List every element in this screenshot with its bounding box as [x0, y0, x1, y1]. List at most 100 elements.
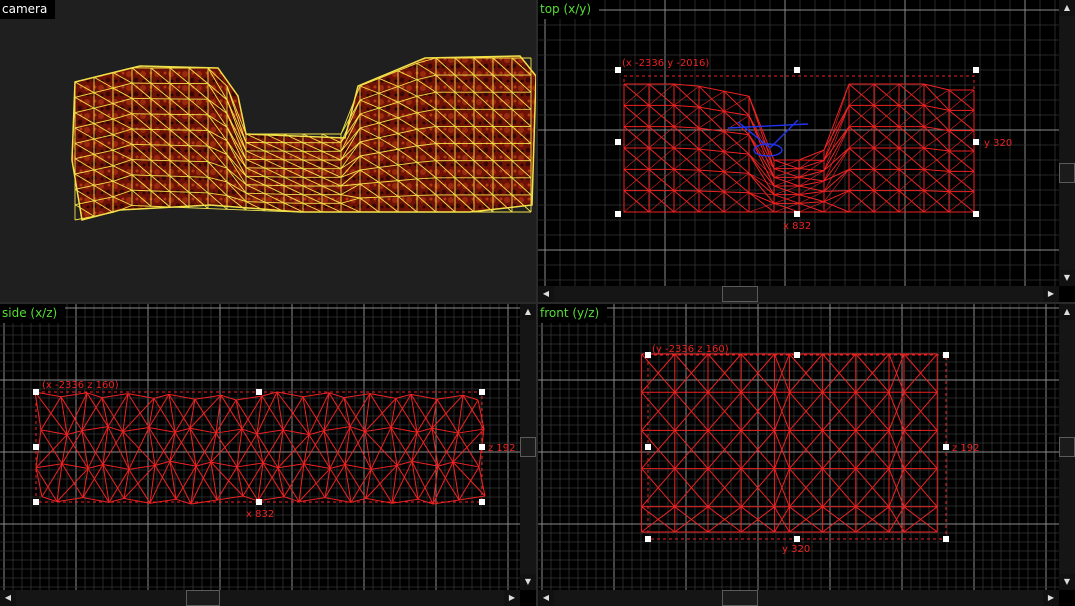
mesh-edge [257, 467, 279, 502]
mesh-edge [478, 466, 486, 497]
handle-square-icon[interactable] [943, 444, 949, 450]
scroll-up-arrow-icon[interactable]: ▲ [1059, 0, 1075, 16]
mesh-edge [457, 395, 464, 434]
top-view-canvas[interactable]: (x -2336 y -2016) y 320 x 832 [538, 0, 1075, 302]
scroll-right-arrow-icon[interactable]: ▶ [1043, 590, 1059, 606]
handle-square-icon[interactable] [33, 444, 39, 450]
mesh-edge [923, 147, 950, 152]
front-vertical-scroll-thumb[interactable] [1059, 437, 1075, 457]
handle-square-icon[interactable] [794, 67, 800, 73]
handle-square-icon[interactable] [256, 389, 262, 395]
top-vertical-scrollbar[interactable]: ▲ ▼ [1059, 0, 1075, 286]
handle-square-icon[interactable] [615, 139, 621, 145]
mesh-edge [56, 497, 84, 503]
scroll-left-arrow-icon[interactable]: ◀ [0, 590, 16, 606]
mesh-edge [128, 464, 156, 470]
handle-square-icon[interactable] [794, 536, 800, 542]
mesh-edge [798, 176, 825, 182]
scroll-down-arrow-icon[interactable]: ▼ [1059, 270, 1075, 286]
side-wireframe [34, 391, 486, 505]
handle-square-icon[interactable] [973, 139, 979, 145]
mesh-edge [262, 429, 284, 464]
mesh-edge [61, 463, 89, 470]
mesh-edge [798, 185, 825, 192]
side-vertical-scroll-thumb[interactable] [520, 437, 536, 457]
side-bottom-label: x 832 [246, 509, 274, 520]
handle-square-icon[interactable] [645, 536, 651, 542]
camera-mesh[interactable] [0, 0, 536, 302]
top-horizontal-scrollbar[interactable]: ◀ ▶ [538, 286, 1059, 302]
front-viewport-title: front (y/z) [538, 304, 608, 323]
mesh-edge [264, 184, 285, 187]
handle-square-icon[interactable] [794, 211, 800, 217]
mesh-edge [122, 393, 129, 432]
mesh-edge [723, 134, 750, 152]
scroll-down-arrow-icon[interactable]: ▼ [520, 574, 536, 590]
front-vertical-scrollbar[interactable]: ▲ ▼ [1059, 304, 1075, 590]
handle-square-icon[interactable] [256, 499, 262, 505]
handle-square-icon[interactable] [645, 444, 651, 450]
handle-square-icon[interactable] [479, 499, 485, 505]
mesh-edge [411, 460, 439, 467]
scroll-up-arrow-icon[interactable]: ▲ [1059, 304, 1075, 320]
top-horizontal-scroll-thumb[interactable] [722, 286, 758, 302]
mesh-edge [698, 131, 725, 150]
handle-square-icon[interactable] [33, 499, 39, 505]
side-vertical-scrollbar[interactable]: ▲ ▼ [520, 304, 536, 590]
camera-viewport[interactable]: camera [0, 0, 536, 302]
mesh-edge [101, 393, 129, 399]
front-horizontal-scrollbar[interactable]: ◀ ▶ [538, 590, 1059, 606]
mesh-edge [168, 393, 196, 400]
side-corner-label: (x -2336 z 160) [42, 380, 119, 391]
mesh-edge [169, 160, 190, 162]
handle-square-icon[interactable] [973, 211, 979, 217]
mesh-edge [698, 169, 725, 173]
handle-square-icon[interactable] [615, 67, 621, 73]
side-view-canvas[interactable]: (x -2336 z 160) z 192 x 832 [0, 304, 536, 606]
mesh-edge [264, 193, 285, 195]
front-corner-label: (y -2336 z 160) [652, 344, 729, 355]
front-bottom-label: y 320 [782, 544, 810, 555]
mesh-edge [169, 460, 197, 467]
front-viewport[interactable]: front (y/z) (y -2336 z 160) z 192 y 320 … [538, 304, 1075, 606]
handle-square-icon[interactable] [33, 389, 39, 395]
mesh-edge [698, 169, 725, 193]
top-viewport[interactable]: top (x/y) (x -2336 y -2016) y 320 x 832 … [538, 0, 1075, 302]
mesh-edge [723, 191, 750, 194]
front-horizontal-scroll-thumb[interactable] [722, 590, 758, 606]
scroll-right-arrow-icon[interactable]: ▶ [504, 590, 520, 606]
scroll-left-arrow-icon[interactable]: ◀ [538, 286, 554, 302]
mesh-edge [188, 176, 209, 178]
mesh-edge [798, 149, 825, 169]
scroll-up-arrow-icon[interactable]: ▲ [520, 304, 536, 320]
handle-square-icon[interactable] [943, 352, 949, 358]
front-view-canvas[interactable]: (y -2336 z 160) z 192 y 320 [538, 304, 1075, 606]
handle-square-icon[interactable] [943, 536, 949, 542]
side-viewport[interactable]: side (x/z) (x -2336 z 160) z 192 x 832 ▲… [0, 304, 536, 606]
mesh-edge [226, 208, 247, 211]
mesh-edge [241, 395, 263, 430]
mesh-edge [188, 160, 209, 163]
mesh-edge [390, 426, 418, 433]
side-horizontal-scrollbar[interactable]: ◀ ▶ [0, 590, 520, 606]
mesh-edge [723, 95, 750, 112]
handle-square-icon[interactable] [615, 211, 621, 217]
mesh-edge [245, 209, 266, 212]
mesh-edge [215, 399, 237, 434]
mesh-edge [344, 464, 372, 470]
handle-square-icon[interactable] [973, 67, 979, 73]
scroll-right-arrow-icon[interactable]: ▶ [1043, 286, 1059, 302]
scroll-left-arrow-icon[interactable]: ◀ [538, 590, 554, 606]
handle-square-icon[interactable] [479, 389, 485, 395]
side-horizontal-scroll-thumb[interactable] [186, 590, 220, 606]
mesh-edge [261, 391, 278, 397]
handle-square-icon[interactable] [479, 444, 485, 450]
mesh-edge [236, 462, 264, 468]
handle-square-icon[interactable] [645, 352, 651, 358]
mesh-edge [323, 397, 345, 431]
scroll-down-arrow-icon[interactable]: ▼ [1059, 574, 1075, 590]
top-vertical-scroll-thumb[interactable] [1059, 163, 1075, 183]
mesh-edge [698, 111, 725, 129]
mesh-edge [410, 393, 438, 400]
handle-square-icon[interactable] [794, 352, 800, 358]
